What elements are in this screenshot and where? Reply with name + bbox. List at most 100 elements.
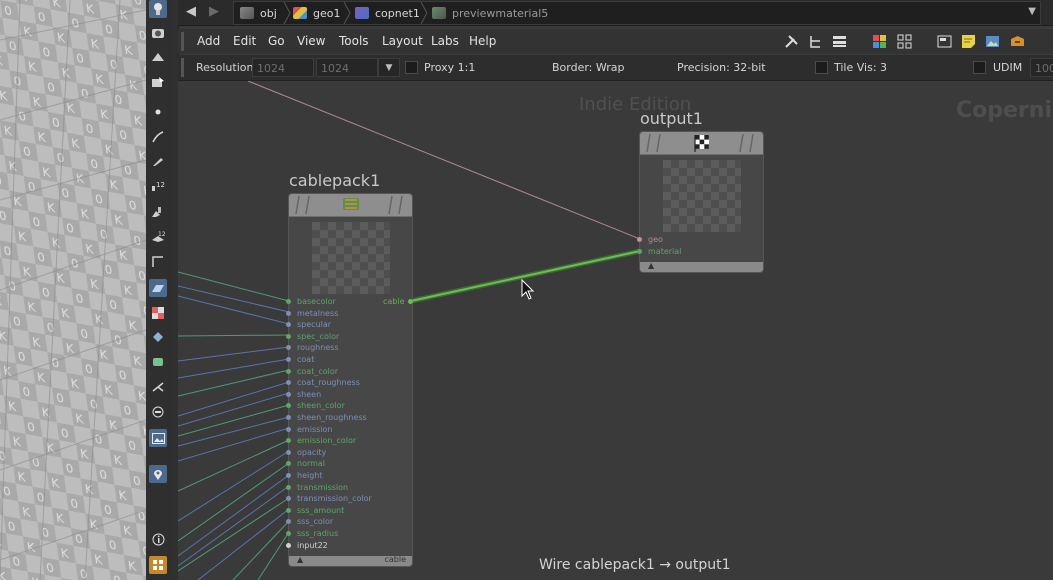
network-editor-canvas[interactable]: Indie Edition Copernicus bbox=[178, 81, 1053, 580]
menu-help[interactable]: Help bbox=[469, 29, 496, 54]
menu-go[interactable]: Go bbox=[268, 29, 285, 54]
output-node-header[interactable] bbox=[640, 132, 763, 155]
geometry-display-icon[interactable] bbox=[149, 353, 167, 371]
arrow-left-icon[interactable]: ◀ bbox=[182, 4, 200, 20]
cablepack-node-header[interactable] bbox=[289, 194, 412, 217]
menubar-grip[interactable] bbox=[181, 32, 184, 51]
location-pin-icon[interactable] bbox=[149, 465, 167, 483]
cablepack-input-port[interactable] bbox=[286, 461, 291, 467]
handle-tool-icon[interactable] bbox=[149, 73, 167, 91]
point-tool-icon[interactable] bbox=[149, 103, 167, 121]
shading-mode-icon[interactable] bbox=[149, 328, 167, 346]
cablepack-input-port[interactable] bbox=[286, 507, 291, 513]
cablepack-input-port[interactable] bbox=[286, 403, 291, 409]
cablepack-input-label: sss_color bbox=[297, 517, 334, 527]
ground-plane-icon[interactable] bbox=[149, 279, 167, 297]
measure-tool-icon[interactable] bbox=[149, 253, 167, 271]
cablepack-input-port[interactable] bbox=[286, 426, 291, 432]
info-icon[interactable] bbox=[149, 530, 167, 548]
layer-tool-icon[interactable]: 12 bbox=[149, 228, 167, 246]
output-material-label: material bbox=[648, 247, 682, 256]
texture-display-icon[interactable] bbox=[149, 304, 167, 322]
checker-plane-preview: 0 K bbox=[0, 0, 146, 580]
number-tool-icon[interactable]: 12 bbox=[149, 177, 167, 195]
cablepack-input-label: spec_color bbox=[297, 331, 340, 341]
collapse-up-icon[interactable]: ▲ bbox=[648, 261, 654, 270]
arrow-right-icon[interactable]: ▶ bbox=[205, 4, 223, 20]
background-image-icon[interactable] bbox=[149, 429, 167, 447]
output-material-port[interactable] bbox=[637, 249, 642, 254]
menu-add[interactable]: Add bbox=[197, 29, 220, 54]
proxy-checkbox[interactable] bbox=[405, 61, 418, 74]
crumb-copnet1[interactable]: copnet1 bbox=[355, 2, 420, 24]
grid-view-icon[interactable] bbox=[897, 34, 912, 49]
cablepack-input-port[interactable] bbox=[286, 322, 291, 328]
menu-view[interactable]: View bbox=[297, 29, 325, 54]
resolution-y-field[interactable]: 1024 bbox=[316, 58, 378, 77]
cablepack-input-port[interactable] bbox=[286, 473, 291, 478]
curve-tool-icon[interactable] bbox=[149, 128, 167, 146]
wire-status-text: Wire cablepack1 → output1 bbox=[539, 557, 731, 573]
output-node-title[interactable]: output1 bbox=[640, 109, 703, 128]
udim-field[interactable]: 1001 bbox=[1030, 58, 1053, 77]
list-view-icon[interactable] bbox=[832, 34, 847, 49]
cablepack-input-port[interactable] bbox=[286, 519, 291, 525]
wrench-tools-icon[interactable] bbox=[784, 34, 799, 49]
menu-layout[interactable]: Layout bbox=[382, 29, 423, 54]
cablepack-input-port[interactable] bbox=[286, 415, 291, 420]
resolution-menu-chevron-down-icon[interactable]: ▼ bbox=[378, 58, 400, 77]
resolution-x-field[interactable]: 1024 bbox=[252, 58, 314, 77]
layout-grid-icon[interactable] bbox=[149, 556, 167, 574]
cablepack-input-port[interactable] bbox=[286, 310, 291, 316]
output-geo-port[interactable] bbox=[637, 237, 642, 242]
precision-menu[interactable]: Precision: 32-bit bbox=[677, 55, 766, 80]
scene-viewport[interactable]: 0 K bbox=[0, 0, 146, 580]
tile-vis-checkbox[interactable] bbox=[815, 61, 828, 74]
cablepack-input-port[interactable] bbox=[286, 380, 291, 386]
asset-box-icon[interactable] bbox=[1010, 34, 1025, 49]
background-image-add-icon[interactable] bbox=[985, 34, 1000, 49]
cablepack-input-port[interactable] bbox=[286, 345, 291, 351]
pen-tool-icon[interactable] bbox=[149, 152, 167, 170]
sticky-note-icon[interactable] bbox=[961, 34, 976, 49]
color-palette-icon[interactable] bbox=[872, 34, 887, 49]
cablepack-input-label: transmission_color bbox=[297, 494, 372, 504]
menu-labs[interactable]: Labs bbox=[431, 29, 459, 54]
udim-checkbox[interactable] bbox=[973, 61, 986, 74]
optbar-grip[interactable] bbox=[181, 58, 184, 77]
cablepack-input-label: specular bbox=[297, 320, 332, 330]
crumb-geo1[interactable]: geo1 bbox=[293, 2, 340, 24]
cablepack-input-port[interactable] bbox=[286, 449, 291, 455]
tree-view-icon[interactable] bbox=[808, 34, 823, 49]
cablepack-input-port[interactable] bbox=[286, 299, 291, 304]
copernicus-network-icon bbox=[355, 7, 369, 19]
cablepack-input-port[interactable] bbox=[286, 333, 291, 339]
cablepack-input-label: sheen bbox=[297, 389, 322, 399]
cablepack-output-port[interactable] bbox=[408, 299, 413, 304]
cablepack-input-port[interactable] bbox=[286, 484, 291, 490]
chevron-down-icon[interactable]: ▼ bbox=[1028, 6, 1036, 17]
snapping-icon[interactable] bbox=[149, 378, 167, 396]
menu-tools[interactable]: Tools bbox=[339, 29, 369, 54]
cablepack-input-port[interactable] bbox=[286, 531, 291, 536]
paint-tool-icon[interactable] bbox=[149, 203, 167, 221]
cablepack-input-port[interactable] bbox=[286, 368, 291, 374]
cablepack-input-port[interactable] bbox=[286, 542, 291, 548]
collapse-up-icon[interactable]: ▲ bbox=[297, 555, 303, 564]
output-node[interactable]: geo material ▲ bbox=[637, 131, 764, 273]
border-mode-menu[interactable]: Border: Wrap bbox=[552, 55, 625, 80]
cablepack-node-title[interactable]: cablepack1 bbox=[289, 171, 380, 190]
select-tool-icon[interactable] bbox=[149, 0, 167, 18]
cablepack-input-port[interactable] bbox=[286, 357, 291, 362]
display-options-icon[interactable] bbox=[149, 403, 167, 421]
cablepack-input-port[interactable] bbox=[286, 496, 291, 502]
view-tool-icon[interactable] bbox=[149, 48, 167, 66]
crumb-previewmaterial5[interactable]: previewmaterial5 bbox=[432, 2, 548, 24]
crumb-obj[interactable]: obj bbox=[240, 2, 277, 24]
network-box-icon[interactable] bbox=[937, 34, 952, 49]
cablepack-input-port[interactable] bbox=[286, 391, 291, 397]
camera-tool-icon[interactable] bbox=[149, 24, 167, 42]
menu-edit[interactable]: Edit bbox=[233, 29, 256, 54]
cablepack-node[interactable]: basecolor metalness specular spec_color roug… bbox=[286, 193, 413, 567]
cablepack-input-port[interactable] bbox=[286, 438, 291, 444]
